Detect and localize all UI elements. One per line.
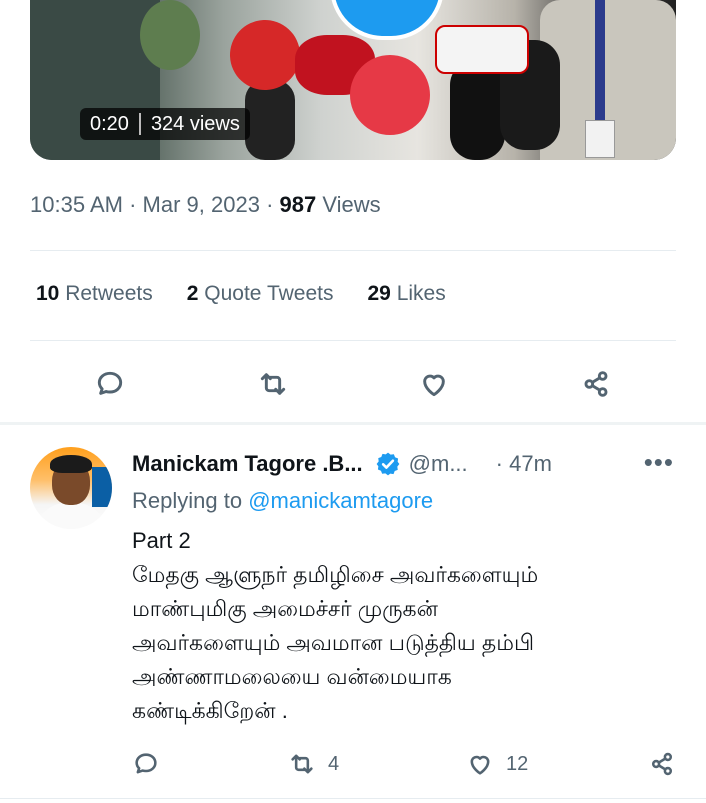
share-icon <box>584 371 608 397</box>
share-icon <box>651 752 673 776</box>
replying-mention[interactable]: @manickamtagore <box>248 488 433 513</box>
video-frame-mic <box>450 60 505 160</box>
more-options-icon[interactable]: ••• <box>644 448 674 476</box>
divider <box>30 340 676 341</box>
divider <box>138 113 141 135</box>
share-button[interactable] <box>576 364 616 404</box>
play-button[interactable] <box>330 0 444 40</box>
video-duration-overlay: 0:20 324 views <box>80 108 250 140</box>
tweet-time: 10:35 AM <box>30 192 123 217</box>
retweets-label: Retweets <box>65 282 153 305</box>
meta-separator: · <box>129 192 143 217</box>
video-frame-plant <box>140 0 200 70</box>
tweet-meta: 10:35 AM · Mar 9, 2023 · 987 Views <box>30 192 381 218</box>
heart-icon <box>470 755 490 775</box>
likes-label: Likes <box>396 282 446 305</box>
reply-share-button[interactable] <box>648 746 676 782</box>
reply-tweet[interactable]: Manickam Tagore .B... @m... · 47m ••• Re… <box>132 448 680 728</box>
divider <box>30 250 676 251</box>
avatar-hair <box>50 455 92 473</box>
retweet-icon <box>291 754 313 774</box>
video-views: 324 views <box>150 113 240 135</box>
quotes-stat[interactable]: 2 Quote Tweets <box>187 282 334 306</box>
retweet-button[interactable] <box>253 364 293 404</box>
retweets-stat[interactable]: 10 Retweets <box>36 282 153 306</box>
reply-header: Manickam Tagore .B... @m... · 47m ••• <box>132 448 680 480</box>
like-button[interactable] <box>414 364 454 404</box>
comment-icon <box>97 371 123 395</box>
views-count: 987 <box>279 192 317 217</box>
reply-text: Part 2 மேதகு ஆளுநர் தமிழிசை அவர்களையும் … <box>132 528 539 723</box>
replying-prefix: Replying to <box>132 488 243 513</box>
views-label: Views <box>322 192 381 217</box>
divider <box>0 798 706 799</box>
engagement-stats: 10 Retweets 2 Quote Tweets 29 Likes <box>36 282 446 306</box>
like-count: 12 <box>506 752 529 775</box>
avatar[interactable] <box>30 447 112 529</box>
video-frame-mic-label <box>435 25 529 74</box>
reply-retweet-button[interactable]: 4 <box>288 746 339 782</box>
avatar-flag <box>92 467 112 507</box>
video-frame-lanyard <box>595 0 605 130</box>
author-name[interactable]: Manickam Tagore .B... <box>132 451 363 477</box>
reply-actions: 4 12 <box>0 746 706 782</box>
comment-icon <box>135 753 157 774</box>
reply-like-button[interactable]: 12 <box>466 746 528 782</box>
replying-to: Replying to @manickamtagore <box>132 488 680 514</box>
video-frame-mic <box>350 55 430 135</box>
video-duration: 0:20 <box>90 113 129 135</box>
video-frame-badge <box>585 120 615 158</box>
quotes-count: 2 <box>186 282 199 305</box>
meta-separator: · <box>266 192 280 217</box>
likes-stat[interactable]: 29 Likes <box>367 282 445 306</box>
quotes-label: Quote Tweets <box>204 282 334 305</box>
author-handle[interactable]: @m... <box>409 451 468 477</box>
tweet-actions <box>0 364 706 404</box>
divider <box>0 422 706 425</box>
tweet-date: Mar 9, 2023 <box>142 192 260 217</box>
likes-count: 29 <box>367 282 391 305</box>
video-frame-mic <box>245 80 295 160</box>
verified-badge-icon <box>376 452 400 476</box>
reply-button[interactable] <box>90 364 130 404</box>
reply-reply-button[interactable] <box>132 746 160 782</box>
retweets-count: 10 <box>36 282 60 305</box>
reply-time[interactable]: · 47m <box>496 451 552 477</box>
retweet-count: 4 <box>328 752 340 775</box>
retweet-icon <box>260 373 286 395</box>
video-player[interactable]: 0:20 324 views <box>30 0 676 160</box>
heart-icon <box>423 374 445 397</box>
